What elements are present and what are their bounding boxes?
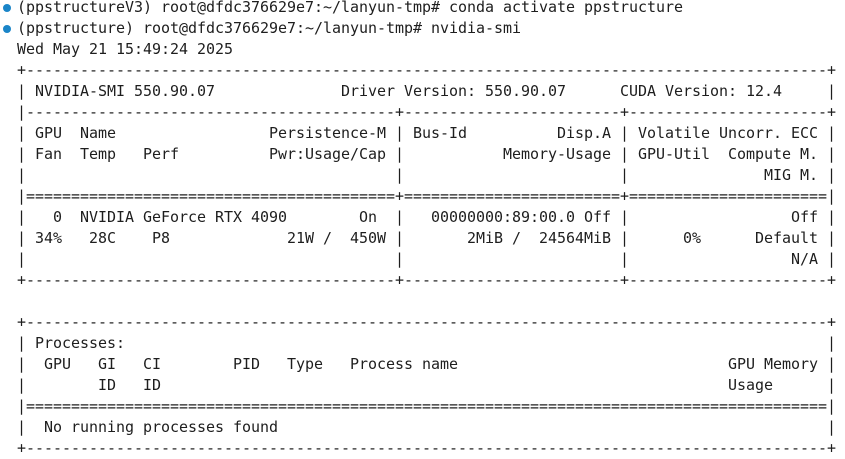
prompt-command-line: (ppstructureV3) root@dfdc376629e7:~/lany… xyxy=(17,0,683,16)
terminal-line: | 34% 28C P8 21W / 450W | 2MiB / 24564Mi… xyxy=(17,229,836,247)
terminal-line: | Processes: | xyxy=(17,334,836,352)
terminal-line: |=======================================… xyxy=(17,187,836,205)
circle-dot-icon[interactable] xyxy=(3,4,11,12)
terminal-line: | ID ID Usage | xyxy=(17,376,836,394)
terminal-line: |=======================================… xyxy=(17,397,836,415)
terminal-line: +---------------------------------------… xyxy=(17,439,836,457)
terminal-line: | No running processes found | xyxy=(17,418,836,436)
terminal-line: | GPU GI CI PID Type Process name GPU Me… xyxy=(17,355,836,373)
terminal-line: | | | MIG M. | xyxy=(17,166,836,184)
prompt-command-line: (ppstructure) root@dfdc376629e7:~/lanyun… xyxy=(17,19,521,37)
terminal-line: |---------------------------------------… xyxy=(17,103,836,121)
terminal-line: +---------------------------------------… xyxy=(17,61,836,79)
terminal-output[interactable]: (ppstructureV3) root@dfdc376629e7:~/lany… xyxy=(0,0,845,457)
terminal-line: | GPU Name Persistence-M | Bus-Id Disp.A… xyxy=(17,124,836,142)
terminal-line: | 0 NVIDIA GeForce RTX 4090 On | 0000000… xyxy=(17,208,836,226)
terminal-line: +---------------------------------------… xyxy=(17,271,836,289)
terminal-line: Wed May 21 15:49:24 2025 xyxy=(17,40,233,58)
terminal-line: | | | N/A | xyxy=(17,250,836,268)
terminal-line: | Fan Temp Perf Pwr:Usage/Cap | Memory-U… xyxy=(17,145,836,163)
terminal-line: | NVIDIA-SMI 550.90.07 Driver Version: 5… xyxy=(17,82,836,100)
circle-dot-icon[interactable] xyxy=(3,25,11,33)
terminal-line: +---------------------------------------… xyxy=(17,313,836,331)
